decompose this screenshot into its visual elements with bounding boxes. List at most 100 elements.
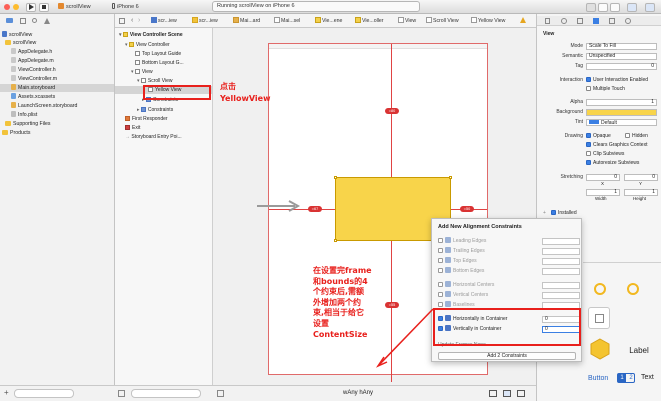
library-tile-circle-2[interactable] xyxy=(621,277,643,299)
leading-edges-row[interactable]: Leading Edges xyxy=(438,237,580,246)
horizontal-centers-row[interactable]: Horizontal Centers xyxy=(438,281,580,290)
stretch-y-field[interactable]: 0 xyxy=(624,174,658,181)
warning-icon[interactable] xyxy=(520,17,526,23)
related-items-icon[interactable] xyxy=(119,18,125,24)
trailing-edges-value[interactable] xyxy=(542,248,580,255)
stretch-width-field[interactable]: 1 xyxy=(586,189,620,196)
nav-item-scrollview-folder[interactable]: scrollView xyxy=(5,39,119,47)
nav-item-viewcontroller-h[interactable]: ViewController.h xyxy=(11,66,125,74)
nav-item-launchscreen[interactable]: LaunchScreen.storyboard xyxy=(11,102,125,110)
outline-exit[interactable]: Exit xyxy=(125,124,140,132)
clears-context-checkbox[interactable]: Clears Graphics Context xyxy=(586,141,647,150)
library-tile-view[interactable] xyxy=(588,307,610,329)
background-color-well[interactable] xyxy=(586,109,657,116)
nav-item-assets[interactable]: Assets.xcassets xyxy=(11,93,125,101)
library-tile-label[interactable]: Label xyxy=(621,339,657,361)
nav-item-info-plist[interactable]: Info.plist xyxy=(11,111,125,119)
project-root[interactable]: scrollView xyxy=(2,31,116,39)
horizontal-centers-value[interactable] xyxy=(542,282,580,289)
selection-handle[interactable] xyxy=(449,176,452,179)
nav-item-appdelegate-m[interactable]: AppDelegate.m xyxy=(11,57,125,65)
crumb-view-controller[interactable]: Vie...oller xyxy=(355,16,384,26)
toggle-outline-icon[interactable] xyxy=(217,390,224,397)
editor-assistant-button[interactable] xyxy=(598,3,608,12)
add-variation-icon[interactable]: + xyxy=(543,209,546,218)
outline-top-layout-guide[interactable]: Top Layout Guide xyxy=(135,50,181,58)
scheme-selector[interactable]: scrollView xyxy=(58,2,91,12)
tint-select[interactable]: Default xyxy=(586,119,657,126)
editor-version-button[interactable] xyxy=(610,3,620,12)
installed-checkbox[interactable]: Installed xyxy=(551,209,577,218)
size-class-label[interactable]: wAny hAny xyxy=(343,389,373,398)
crumb-scene[interactable]: Vie...ene xyxy=(315,16,342,26)
search-tab-icon[interactable] xyxy=(32,18,37,23)
top-edges-value[interactable] xyxy=(542,258,580,265)
outline-first-responder[interactable]: First Responder xyxy=(125,115,168,123)
add-constraints-button[interactable]: Add 2 Constraints xyxy=(438,352,576,360)
stack-icon[interactable] xyxy=(489,390,497,397)
folder-tab-icon[interactable] xyxy=(6,18,13,23)
pin-icon[interactable] xyxy=(517,390,525,397)
bottom-edges-value[interactable] xyxy=(542,268,580,275)
outline-constraints-outer[interactable]: ▸ Constraints xyxy=(137,106,173,114)
crumb-folder[interactable]: scr...iew xyxy=(192,16,218,26)
file-inspector-icon[interactable] xyxy=(545,18,550,24)
device-selector[interactable]: iPhone 6 xyxy=(112,2,139,12)
nav-item-main-storyboard[interactable]: Main.storyboard xyxy=(0,84,114,92)
outline-bottom-layout-guide[interactable]: Bottom Layout G... xyxy=(135,59,184,67)
outline-view-controller[interactable]: ▾ View Controller xyxy=(125,41,170,49)
outline-scene[interactable]: ▾ View Controller Scene xyxy=(119,31,183,39)
opaque-checkbox[interactable]: Opaque xyxy=(586,132,611,141)
size-inspector-icon[interactable] xyxy=(609,18,615,24)
constraint-badge-trailing[interactable]: =50 xyxy=(460,206,474,212)
window-minimize-button[interactable] xyxy=(13,4,19,10)
symbol-tab-icon[interactable] xyxy=(20,18,26,24)
library-item-button[interactable]: Button xyxy=(588,375,608,382)
toggle-navigator-button[interactable] xyxy=(627,3,637,12)
identity-inspector-icon[interactable] xyxy=(577,18,583,24)
alpha-field[interactable]: 1 xyxy=(586,99,657,106)
library-item-text[interactable]: Text xyxy=(641,374,654,381)
clip-subviews-checkbox[interactable]: Clip Subviews xyxy=(586,150,624,159)
trailing-edges-row[interactable]: Trailing Edges xyxy=(438,247,580,256)
selection-handle[interactable] xyxy=(334,176,337,179)
stretch-height-field[interactable]: 1 xyxy=(624,189,658,196)
mode-select[interactable]: Scale To Fill xyxy=(586,43,657,50)
outline-entry-point[interactable]: → Storyboard Entry Poi... xyxy=(125,133,182,141)
multiple-touch-checkbox[interactable]: Multiple Touch xyxy=(586,85,625,94)
constraint-badge-top[interactable]: =80 xyxy=(385,108,399,114)
outline-toggle-icon[interactable] xyxy=(118,390,125,397)
top-edges-row[interactable]: Top Edges xyxy=(438,257,580,266)
issue-tab-icon[interactable] xyxy=(44,18,50,24)
constraint-badge-leading[interactable]: =67 xyxy=(308,206,322,212)
vertical-centers-value[interactable] xyxy=(542,292,580,299)
vertical-centers-row[interactable]: Vertical Centers xyxy=(438,291,580,300)
toggle-inspector-button[interactable] xyxy=(645,3,655,12)
stretch-x-field[interactable]: 0 xyxy=(586,174,620,181)
selection-handle[interactable] xyxy=(334,239,337,242)
attributes-inspector-icon[interactable] xyxy=(593,18,599,24)
crumb-project[interactable]: scr...iew xyxy=(151,16,177,26)
bottom-edges-row[interactable]: Bottom Edges xyxy=(438,267,580,276)
library-tile-button-yellow[interactable] xyxy=(588,277,610,299)
align-icon[interactable] xyxy=(503,390,511,397)
nav-item-viewcontroller-m[interactable]: ViewController.m xyxy=(11,75,125,83)
crumb-base[interactable]: Mai...sel xyxy=(274,16,300,26)
nav-item-supporting-files[interactable]: Supporting Files xyxy=(5,120,119,128)
help-inspector-icon[interactable] xyxy=(561,18,567,24)
nav-item-products[interactable]: Products xyxy=(2,129,116,137)
run-button[interactable] xyxy=(26,3,36,12)
library-segmented-control[interactable]: 1 2 xyxy=(617,373,635,383)
nav-item-appdelegate-h[interactable]: AppDelegate.h xyxy=(11,48,125,56)
library-tile-hexagon[interactable] xyxy=(588,337,610,360)
user-interaction-checkbox[interactable]: User Interaction Enabled xyxy=(586,76,648,85)
crumb-scroll-view[interactable]: Scroll View xyxy=(426,16,459,26)
autoresize-checkbox[interactable]: Autoresize Subviews xyxy=(586,159,639,168)
connections-inspector-icon[interactable] xyxy=(625,18,631,24)
editor-standard-button[interactable] xyxy=(586,3,596,12)
add-icon[interactable]: + xyxy=(4,389,9,397)
crumb-view[interactable]: View xyxy=(398,16,416,26)
back-icon[interactable]: ‹ xyxy=(131,17,133,25)
semantic-select[interactable]: Unspecified xyxy=(586,53,657,60)
crumb-yellow-view[interactable]: Yellow View xyxy=(471,16,505,26)
